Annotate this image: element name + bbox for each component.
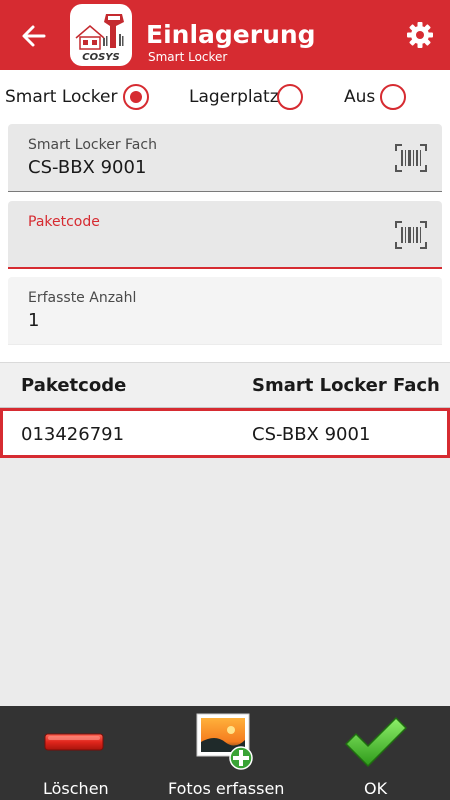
delete-button[interactable]: Löschen — [20, 706, 130, 800]
gear-icon[interactable] — [405, 20, 435, 50]
app-header: COSYS Einlagerung Smart Locker — [0, 0, 450, 70]
count-field: Erfasste Anzahl 1 — [8, 277, 442, 345]
ok-button-label: OK — [364, 779, 388, 798]
app-logo: COSYS — [70, 4, 132, 66]
package-code-label: Paketcode — [28, 214, 100, 230]
radio-smart-locker[interactable] — [123, 84, 149, 110]
delete-button-label: Löschen — [43, 779, 109, 798]
cell-compartment: CS-BBX 9001 — [252, 424, 371, 445]
page-subtitle: Smart Locker — [148, 50, 228, 64]
count-value: 1 — [28, 310, 40, 331]
take-photos-button[interactable]: Fotos erfassen — [160, 706, 290, 800]
table-header: Paketcode Smart Locker Fach — [0, 362, 450, 408]
radio-lagerplatz[interactable] — [277, 84, 303, 110]
take-photos-label: Fotos erfassen — [168, 779, 285, 798]
locker-compartment-value[interactable]: CS-BBX 9001 — [28, 157, 146, 179]
arrow-left-icon[interactable] — [20, 22, 48, 50]
radio-label-aus[interactable]: Aus — [344, 86, 375, 108]
radio-aus[interactable] — [380, 84, 406, 110]
checkmark-icon — [345, 717, 407, 767]
minus-bar-icon — [44, 733, 104, 751]
count-label: Erfasste Anzahl — [28, 290, 137, 306]
page-title: Einlagerung — [146, 20, 316, 49]
locker-compartment-field[interactable]: Smart Locker Fach CS-BBX 9001 — [8, 124, 442, 192]
column-header-compartment[interactable]: Smart Locker Fach — [252, 374, 440, 398]
cell-package-code: 013426791 — [21, 424, 125, 445]
photo-add-icon — [196, 713, 253, 770]
svg-text:COSYS: COSYS — [82, 52, 120, 63]
barcode-scan-icon[interactable] — [395, 221, 427, 249]
ok-button[interactable]: OK — [330, 706, 420, 800]
mode-radio-group: Smart Locker Lagerplatz Aus — [0, 72, 450, 122]
column-header-package-code[interactable]: Paketcode — [21, 374, 126, 398]
radio-label-lagerplatz[interactable]: Lagerplatz — [189, 86, 279, 108]
barcode-scan-icon[interactable] — [395, 144, 427, 172]
table-row[interactable]: 013426791 CS-BBX 9001 — [0, 408, 450, 458]
table-body: 013426791 CS-BBX 9001 — [0, 408, 450, 706]
package-code-field[interactable]: Paketcode — [8, 201, 442, 269]
radio-selected-dot — [130, 91, 142, 103]
locker-compartment-label: Smart Locker Fach — [28, 137, 157, 153]
bottom-action-bar: Löschen Fotos erfassen OK — [0, 706, 450, 800]
radio-label-smart-locker[interactable]: Smart Locker — [5, 86, 117, 108]
